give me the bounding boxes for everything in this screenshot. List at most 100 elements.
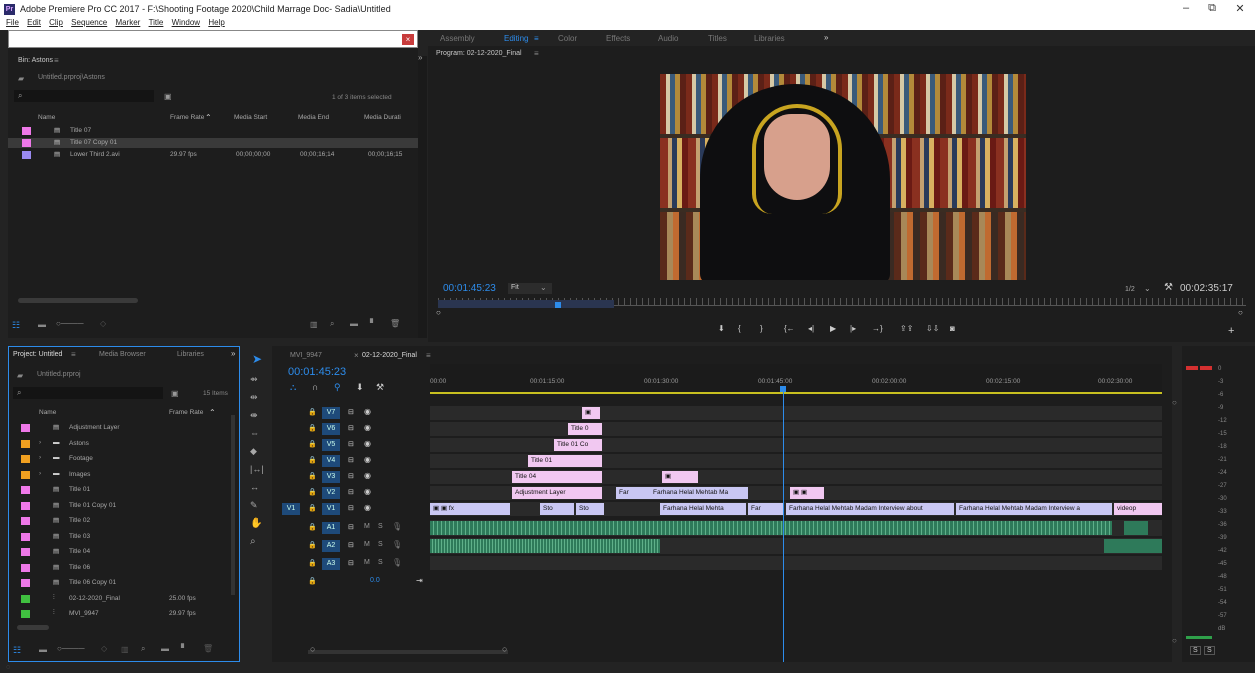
trash-icon[interactable]: 🗑 <box>390 319 400 328</box>
slip-tool-icon[interactable]: |↔| <box>250 464 264 474</box>
voiceover-mic-icon[interactable]: 🎙 <box>392 522 402 531</box>
workspace-audio[interactable]: Audio <box>658 34 678 43</box>
lock-icon[interactable]: 🔒 <box>308 440 317 448</box>
project-new-item-icon[interactable]: ▘ <box>181 644 187 653</box>
fit-dropdown[interactable]: Fit ⌄ <box>508 283 552 294</box>
step-forward-icon[interactable]: |▸ <box>850 324 856 333</box>
clip-v1-sto2[interactable]: Sto <box>576 503 604 515</box>
project-item[interactable]: ▤ Title 06 Copy 01 <box>9 578 229 588</box>
track-a3[interactable] <box>430 556 1162 570</box>
audio-clip-a2-b[interactable] <box>1104 539 1162 553</box>
bin-scrollbar[interactable] <box>18 298 138 303</box>
eye-icon[interactable]: ◉ <box>364 439 371 448</box>
timeline-hscroll-left[interactable]: ○ <box>310 644 315 654</box>
lock-icon[interactable]: 🔒 <box>308 504 317 512</box>
tab-media-browser[interactable]: Media Browser <box>99 351 146 358</box>
bin-item[interactable]: ▤ Title 07 Copy 01 <box>8 138 418 148</box>
button-editor-plus-icon[interactable]: + <box>1228 325 1234 337</box>
go-to-end-icon[interactable]: ⇥ <box>416 576 423 585</box>
clip-v1-farhana1[interactable]: Farhana Helal Mehta <box>660 503 746 515</box>
menu-title[interactable]: Title <box>149 18 164 27</box>
track-target[interactable]: V1 <box>322 503 340 515</box>
clip-v1-videop[interactable]: videop <box>1114 503 1162 515</box>
minimize-button[interactable]: – <box>1176 2 1196 14</box>
hand-tool-icon[interactable]: ✋ <box>250 518 262 529</box>
project-col-frame-rate[interactable]: Frame Rate <box>169 409 203 416</box>
col-name[interactable]: Name <box>38 114 55 121</box>
clip-v1-far[interactable]: Far <box>748 503 784 515</box>
list-view-icon[interactable]: ☷ <box>12 320 20 331</box>
lock-icon[interactable]: 🔒 <box>308 559 317 567</box>
clip-v6[interactable]: Title 0 <box>568 423 602 435</box>
playhead-marker[interactable] <box>555 302 561 308</box>
linked-selection-icon[interactable]: ⚲ <box>334 382 341 393</box>
sync-lock-icon[interactable]: ⊟ <box>348 488 354 496</box>
clip-v4[interactable]: Title 01 <box>528 455 602 467</box>
close-button[interactable]: ✕ <box>1230 2 1250 15</box>
workspace-titles[interactable]: Titles <box>708 34 727 43</box>
project-menu-icon[interactable]: ≡ <box>71 350 76 359</box>
lock-icon[interactable]: 🔒 <box>308 523 317 531</box>
sync-lock-icon[interactable]: ⊟ <box>348 559 354 567</box>
audio-track-header[interactable]: 🔒 A1 ⊟ M S 🎙 <box>278 522 428 534</box>
clip-v2-adjustment[interactable]: Adjustment Layer <box>512 487 602 499</box>
timeline-vscroll-top[interactable]: ○ <box>1172 398 1177 407</box>
project-scrollbar[interactable] <box>231 415 235 595</box>
solo-left-button[interactable]: S <box>1190 646 1201 655</box>
sync-lock-icon[interactable]: ⊟ <box>348 424 354 432</box>
expand-chevron-icon[interactable]: › <box>39 439 41 446</box>
col-frame-rate[interactable]: Frame Rate <box>170 114 204 121</box>
add-marker-timeline-icon[interactable]: ⬇ <box>356 382 364 393</box>
clip-v3-b[interactable]: ▣ <box>662 471 698 483</box>
resolution-value[interactable]: 1/2 <box>1125 286 1135 293</box>
lock-icon[interactable]: 🔒 <box>308 577 317 585</box>
project-icon-view-icon[interactable]: ▬ <box>39 645 47 654</box>
expand-chevron-icon[interactable]: › <box>39 454 41 461</box>
project-item[interactable]: ⫶ 02-12-2020_Final 25.00 fps <box>9 594 229 604</box>
lock-icon[interactable]: 🔒 <box>308 472 317 480</box>
go-to-out-icon[interactable]: →} <box>872 324 883 333</box>
timeline-vscroll-bottom[interactable]: ○ <box>1172 636 1177 645</box>
tab-project[interactable]: Project: Untitled <box>13 351 62 358</box>
clip-v1-farhana3[interactable]: Farhana Helal Mehtab Madam Interview a <box>956 503 1112 515</box>
track-select-tool-icon[interactable]: ⇴ <box>250 374 258 385</box>
ripple-edit-tool-icon[interactable]: ⇹ <box>250 392 258 403</box>
project-hscrollbar[interactable] <box>17 625 49 630</box>
solo-button[interactable]: S <box>378 523 383 530</box>
go-to-in-icon[interactable]: {← <box>784 324 795 333</box>
bin-item[interactable]: ▤ Title 07 <box>8 126 418 136</box>
mark-in-icon[interactable]: { <box>738 324 741 333</box>
bin-search-input[interactable]: ⌕ <box>14 90 154 102</box>
lock-icon[interactable]: 🔒 <box>308 488 317 496</box>
project-item[interactable]: ▤ Title 06 <box>9 563 229 573</box>
video-track-header[interactable]: 🔒 V7 ⊟ ◉ <box>278 407 428 419</box>
lock-icon[interactable]: 🔒 <box>308 541 317 549</box>
video-track-header[interactable]: 🔒 V2 ⊟ ◉ <box>278 487 428 499</box>
menu-clip[interactable]: Clip <box>49 18 63 27</box>
voiceover-mic-icon[interactable]: 🎙 <box>392 558 402 567</box>
menu-edit[interactable]: Edit <box>27 18 41 27</box>
workspace-effects[interactable]: Effects <box>606 34 630 43</box>
workspace-assembly[interactable]: Assembly <box>440 34 475 43</box>
track-target[interactable]: A1 <box>322 522 340 534</box>
rolling-edit-tool-icon[interactable]: ⇼ <box>250 410 258 421</box>
timeline-hscroll-right[interactable]: ○ <box>502 644 507 654</box>
project-item[interactable]: › ▬ Images <box>9 470 229 480</box>
project-item[interactable]: ▤ Adjustment Layer <box>9 423 229 433</box>
solo-button[interactable]: S <box>378 559 383 566</box>
menu-window[interactable]: Window <box>172 18 200 27</box>
eye-icon[interactable]: ◉ <box>364 455 371 464</box>
bin-close-button[interactable]: × <box>402 34 414 45</box>
program-menu-icon[interactable]: ≡ <box>534 49 539 58</box>
selection-tool-icon[interactable]: ➤ <box>252 352 262 366</box>
sync-lock-icon[interactable]: ⊟ <box>348 541 354 549</box>
source-patch-v1[interactable]: V1 <box>282 503 300 515</box>
workspace-editing[interactable]: Editing <box>504 34 528 43</box>
lock-icon[interactable]: 🔒 <box>308 408 317 416</box>
clip-v5[interactable]: Title 01 Co <box>554 439 602 451</box>
bin-menu-icon[interactable]: ≡ <box>54 56 59 65</box>
export-frame-icon[interactable]: ◙ <box>950 324 955 333</box>
slide-tool-icon[interactable]: ↔ <box>250 482 259 492</box>
eye-icon[interactable]: ◉ <box>364 407 371 416</box>
eye-icon[interactable]: ◉ <box>364 503 371 512</box>
